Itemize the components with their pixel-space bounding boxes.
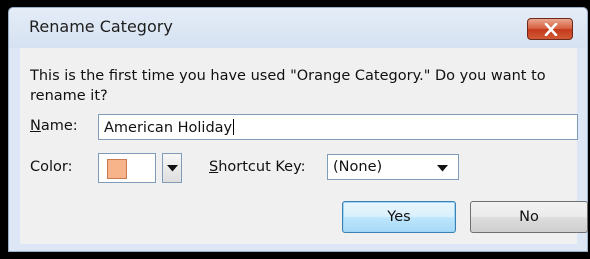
chevron-down-icon <box>167 165 178 172</box>
text-caret <box>233 119 235 135</box>
name-label: Name: <box>30 118 78 134</box>
color-dropdown-button[interactable] <box>162 153 182 183</box>
color-picker[interactable] <box>98 153 156 183</box>
shortcut-key-select[interactable]: (None) <box>327 154 459 180</box>
dialog-title: Rename Category <box>29 17 173 36</box>
title-bar: Rename Category <box>9 8 587 48</box>
color-swatch <box>107 159 127 179</box>
message-line-2: rename it? <box>30 88 108 104</box>
dialog-body: This is the first time you have used "Or… <box>20 48 588 244</box>
dialog-message: This is the first time you have used "Or… <box>30 66 546 106</box>
chevron-down-icon <box>437 165 448 172</box>
close-button[interactable] <box>527 18 573 40</box>
message-line-1: This is the first time you have used "Or… <box>30 68 546 84</box>
rename-category-dialog: Rename Category This is the first time y… <box>8 7 588 252</box>
name-value: American Holiday <box>104 120 233 136</box>
shortcut-key-label: Shortcut Key: <box>209 159 306 175</box>
shortcut-key-value: (None) <box>333 159 383 175</box>
yes-button[interactable]: Yes <box>342 201 456 233</box>
close-icon <box>544 23 558 36</box>
color-label: Color: <box>30 159 73 175</box>
no-button[interactable]: No <box>470 201 588 233</box>
name-input[interactable]: American Holiday <box>98 114 578 140</box>
